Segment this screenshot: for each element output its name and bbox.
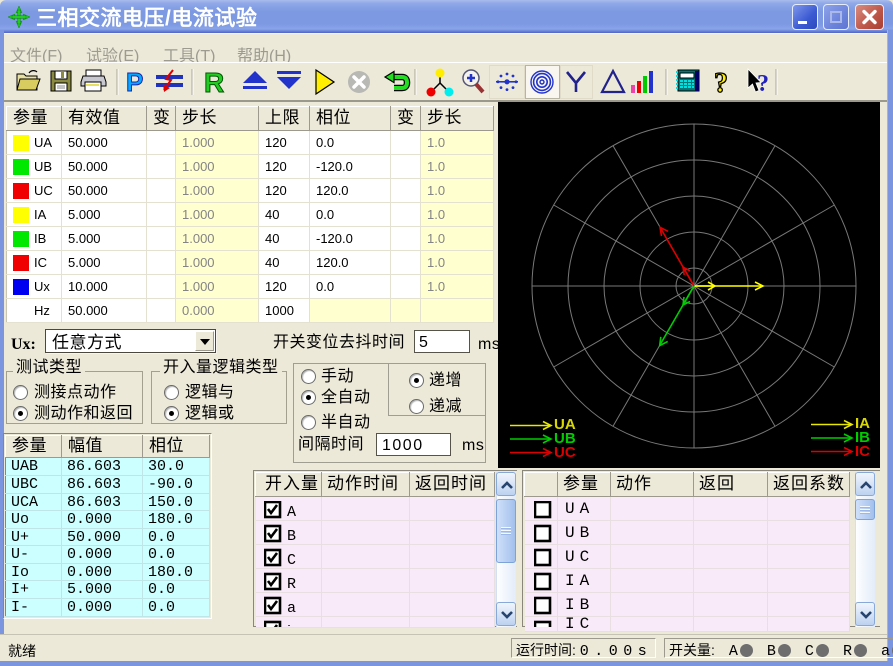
svg-text:P: P — [126, 67, 143, 97]
svg-text:UC: UC — [554, 444, 576, 461]
svg-text:?: ? — [757, 71, 769, 97]
svg-text:R: R — [204, 67, 224, 98]
svg-text:IC: IC — [855, 443, 870, 460]
svg-text:?: ? — [714, 68, 728, 99]
